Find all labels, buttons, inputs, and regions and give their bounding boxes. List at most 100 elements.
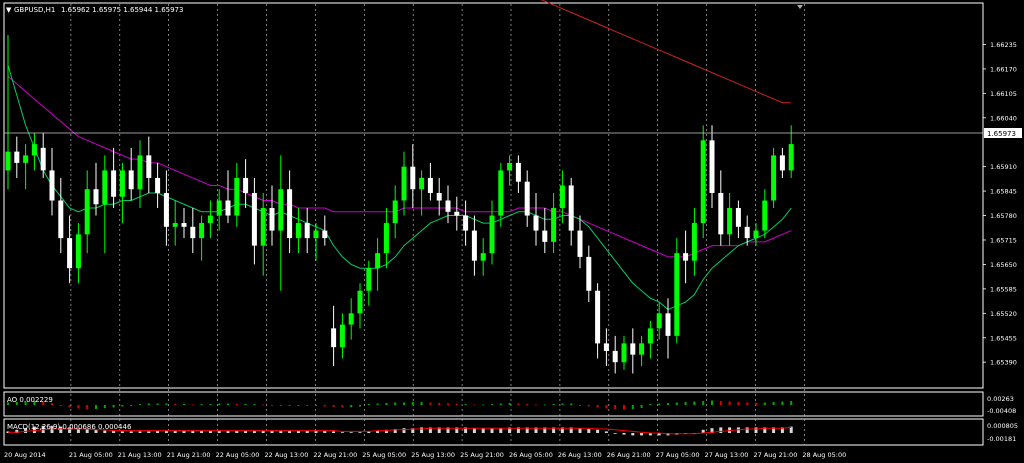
ao-bar <box>473 404 476 406</box>
candle-body <box>577 230 583 257</box>
candle-body <box>471 230 477 261</box>
macd-bar <box>332 431 336 433</box>
candle-body <box>788 144 794 171</box>
candle-body <box>656 313 662 329</box>
ao-bar <box>306 405 309 406</box>
time-label: 27 Aug 05:00 <box>656 451 700 459</box>
ao-bar <box>59 405 62 406</box>
current-price-value: 1.65973 <box>987 130 1016 138</box>
candle-body <box>119 170 125 197</box>
macd-bar <box>578 428 582 433</box>
candle-body <box>322 230 328 239</box>
price-label: 1.66105 <box>990 90 1017 98</box>
ao-bar <box>675 402 678 405</box>
ao-bar <box>658 403 661 405</box>
macd-bar <box>719 427 723 433</box>
ao-bar <box>218 403 221 405</box>
ao-bar <box>649 404 652 405</box>
moving-averages <box>7 0 792 311</box>
ao-bar <box>235 404 238 405</box>
ao-bar <box>438 403 441 405</box>
candle-body <box>630 343 636 355</box>
candle-body <box>568 185 574 231</box>
ao-bar <box>772 402 775 405</box>
candle-body <box>137 155 143 190</box>
candle-body <box>515 162 521 182</box>
candle-body <box>744 226 750 239</box>
candle-body <box>383 223 389 254</box>
ao-bar <box>191 404 194 406</box>
ao-bar <box>614 405 617 409</box>
ao-bar <box>482 404 485 406</box>
ao-bar <box>746 402 749 405</box>
candle-body <box>331 328 337 348</box>
ao-histogram <box>7 400 793 410</box>
ao-bar <box>279 405 282 406</box>
candle-body <box>58 200 64 239</box>
macd-bar <box>481 428 485 433</box>
ao-bar <box>403 402 405 405</box>
candle-body <box>243 177 249 193</box>
ao-bar <box>183 404 185 405</box>
candle-body <box>463 215 469 231</box>
ao-bar <box>297 405 300 406</box>
candle-body <box>269 208 275 231</box>
chart-menu-icon[interactable]: ▼ <box>6 6 12 14</box>
ao-bar <box>262 404 265 406</box>
scroll-marker-icon[interactable] <box>797 5 803 9</box>
ao-bar <box>332 405 335 407</box>
candle-body <box>401 166 407 201</box>
ao-bar <box>737 402 740 405</box>
macd-bar <box>147 431 151 433</box>
chart-window[interactable]: ▼ GBPUSD,H1 1.65962 1.65975 1.65944 1.65… <box>0 0 1024 463</box>
ao-bar <box>790 401 793 405</box>
ao-bar <box>579 405 581 406</box>
chart-canvas[interactable]: ▼ GBPUSD,H1 1.65962 1.65975 1.65944 1.65… <box>0 0 1024 463</box>
ao-bar <box>526 404 529 405</box>
candle-body <box>542 230 548 242</box>
candle-body <box>234 177 240 216</box>
ao-bar <box>755 403 757 405</box>
candle-body <box>313 230 319 239</box>
price-label: 1.65780 <box>990 212 1017 220</box>
macd-bar <box>499 428 503 433</box>
candle-body <box>480 253 486 261</box>
candle-body <box>357 290 363 314</box>
ao-bar <box>147 403 150 405</box>
ma-mid-line <box>7 76 792 258</box>
time-label: 27 Aug 13:00 <box>705 451 749 459</box>
ao-bar <box>447 403 449 405</box>
candle-body <box>674 253 680 336</box>
ao-bar <box>455 404 458 405</box>
macd-bar <box>129 431 133 433</box>
ao-bar <box>209 404 212 405</box>
candle-body <box>31 144 37 156</box>
candle-body <box>427 177 433 193</box>
candle-body <box>295 223 301 239</box>
candle-body <box>419 177 425 190</box>
ao-bar <box>464 404 467 405</box>
ao-bar <box>227 403 229 405</box>
time-label: 22 Aug 21:00 <box>313 451 357 459</box>
candle-body <box>489 215 495 254</box>
candle-body <box>40 147 46 171</box>
ao-bar <box>95 405 97 409</box>
symbol-label: GBPUSD,H1 <box>14 6 55 14</box>
candle-body <box>762 200 768 231</box>
candle-body <box>172 223 178 227</box>
ao-bar <box>411 402 414 405</box>
candle-body <box>207 215 213 224</box>
main-chart-border <box>3 2 984 389</box>
price-label: 1.65715 <box>990 236 1017 244</box>
candle-body <box>595 290 601 344</box>
macd-bar <box>349 432 353 433</box>
macd-axis-bottom: -0.00181 <box>987 435 1016 443</box>
candle-body <box>146 155 152 178</box>
candle-body <box>260 208 266 246</box>
candle-body <box>190 226 196 239</box>
ao-bar <box>350 405 353 407</box>
time-label: 20 Aug 2014 <box>4 451 46 459</box>
ao-bar <box>570 403 573 405</box>
price-label: 1.65845 <box>990 188 1017 196</box>
ao-bar <box>359 405 361 407</box>
